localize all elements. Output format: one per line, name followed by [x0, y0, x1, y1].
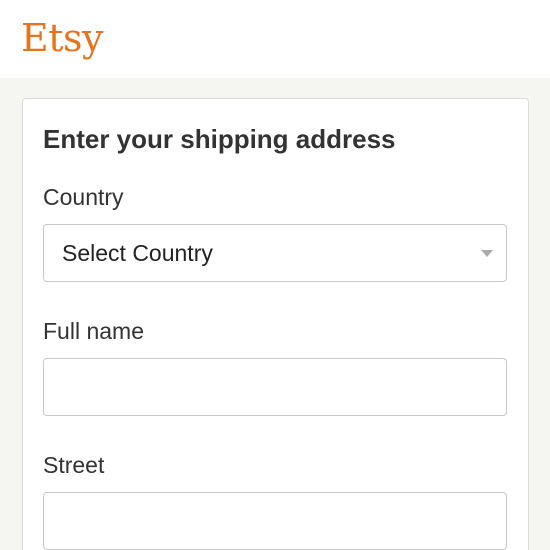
chevron-down-icon: [481, 250, 493, 257]
country-select-value: Select Country: [62, 240, 213, 266]
full-name-field-wrapper: [43, 358, 507, 416]
shipping-address-form: Enter your shipping address Country Sele…: [22, 98, 529, 550]
street-field-wrapper: [43, 492, 507, 550]
country-label: Country: [43, 184, 124, 210]
form-title: Enter your shipping address: [43, 124, 396, 154]
full-name-label: Full name: [43, 318, 144, 344]
full-name-field[interactable]: [44, 359, 506, 415]
header-bar: Etsy: [0, 0, 550, 78]
etsy-logo[interactable]: Etsy: [21, 14, 103, 62]
street-label: Street: [43, 452, 105, 478]
street-field[interactable]: [44, 493, 506, 549]
country-select[interactable]: Select Country: [43, 224, 507, 282]
